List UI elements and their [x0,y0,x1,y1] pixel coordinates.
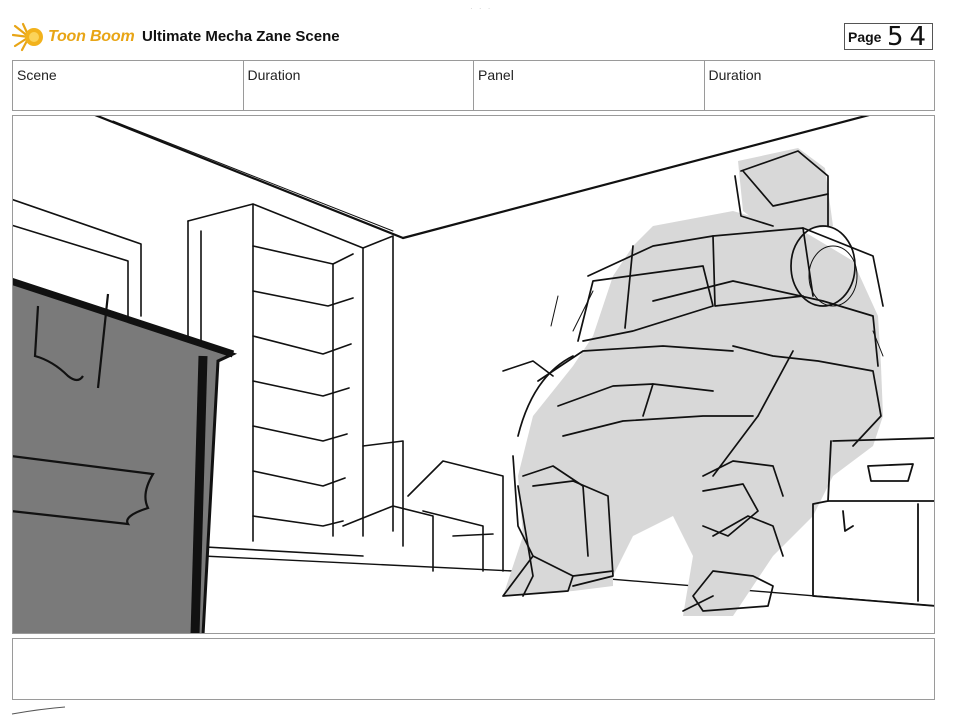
scene-field[interactable]: Scene [13,61,244,110]
scene-label: Scene [17,67,57,83]
corner-stroke [11,706,66,715]
top-dots: · · · [470,4,493,13]
notes-field[interactable] [12,638,935,700]
page-box: Page 54 [844,22,933,52]
panel-sketch [13,116,934,633]
panel-field[interactable]: Panel [474,61,705,110]
duration-label: Duration [708,67,762,83]
duration-label: Duration [247,67,301,83]
panel-label: Panel [478,67,514,83]
info-row: Scene Duration Panel Duration [12,60,935,111]
page-label: Page [848,29,882,45]
panel-duration-field[interactable]: Duration [705,61,935,110]
starburst-icon [12,22,43,52]
brand-name: Toon Boom [48,28,135,45]
page-number[interactable]: 54 [887,22,932,52]
header: Toon Boom Ultimate Mecha Zane Scene Page… [12,18,935,56]
storyboard-panel[interactable] [12,115,935,634]
toon-boom-logo: Toon Boom [12,21,144,53]
scene-title: Ultimate Mecha Zane Scene [142,28,340,45]
scene-duration-field[interactable]: Duration [244,61,474,110]
